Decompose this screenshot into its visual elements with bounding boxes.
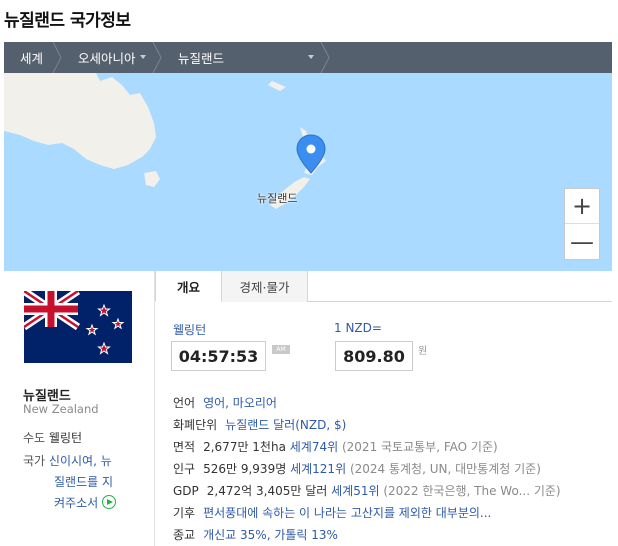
- area-source: (2021 국토교통부, FAO 기준): [341, 440, 498, 454]
- zoom-in-button[interactable]: +: [565, 189, 599, 224]
- zoom-out-button[interactable]: —: [565, 224, 599, 259]
- breadcrumb-oceania[interactable]: 오세아니아: [62, 42, 162, 73]
- info-key: 기후: [173, 506, 196, 520]
- climate-link[interactable]: 편서풍대에 속하는 이 나라는 고산지를 제외한 대부분의...: [203, 506, 491, 520]
- info-row-population: 인구 526만 9,939명 세계121위 (2024 통계청, UN, 대만통계…: [173, 458, 613, 480]
- map-country-label: 뉴질랜드: [257, 192, 298, 205]
- breadcrumb-label: 오세아니아: [78, 51, 136, 66]
- chevron-down-icon: [140, 55, 146, 59]
- info-row-climate: 기후 편서풍대에 속하는 이 나라는 고산지를 제외한 대부분의...: [173, 502, 613, 524]
- map-canvas: [4, 73, 612, 271]
- anthem-row: 국가 신이시여, 뉴 질랜드를 지 켜주소서: [23, 451, 148, 514]
- breadcrumb: 세계 오세아니아 뉴질랜드: [4, 42, 612, 73]
- anthem-label: 국가: [23, 454, 46, 468]
- population-rank-link[interactable]: 세계121위: [290, 462, 346, 476]
- breadcrumb-separator-icon: [52, 42, 62, 73]
- capital-value: 웰링턴: [48, 431, 83, 445]
- area-value: 2,677만 1천ha: [203, 440, 286, 454]
- info-key: 언어: [173, 396, 196, 410]
- info-key: 종교: [173, 528, 196, 542]
- language-link[interactable]: 영어, 마오리어: [203, 396, 277, 410]
- exchange-rate-unit: 원: [418, 346, 428, 357]
- breadcrumb-separator-icon: [320, 42, 330, 73]
- play-icon[interactable]: [102, 495, 116, 509]
- info-key: 인구: [173, 462, 196, 476]
- country-map[interactable]: 뉴질랜드 + —: [4, 73, 612, 271]
- info-row-currency: 화폐단위 뉴질랜드 달러(NZD, $): [173, 414, 613, 436]
- anthem-link-line3[interactable]: 켜주소서: [23, 496, 98, 510]
- population-source: (2024 통계청, UN, 대만통계청 기준): [349, 462, 541, 476]
- info-key: GDP: [173, 484, 199, 498]
- capital-row: 수도 웰링턴: [23, 429, 82, 446]
- population-value: 526만 9,939명: [203, 462, 287, 476]
- exchange-rate-value: 809.80: [335, 341, 413, 371]
- info-row-area: 면적 2,677만 1천ha 세계74위 (2021 국토교통부, FAO 기준): [173, 436, 613, 458]
- breadcrumb-label: 뉴질랜드: [178, 51, 225, 66]
- area-rank-link[interactable]: 세계74위: [290, 440, 338, 454]
- info-row-gdp: GDP 2,472억 3,405만 달러 세계51위 (2022 한국은행, Th…: [173, 480, 613, 502]
- currency-link[interactable]: 뉴질랜드 달러(NZD, $): [225, 418, 346, 432]
- gdp-value: 2,472억 3,405만 달러: [206, 484, 328, 498]
- clock-city-label: 웰링턴: [173, 323, 207, 337]
- exchange-rate-label: 1 NZD=: [334, 321, 382, 335]
- chevron-down-icon: [308, 55, 314, 59]
- gdp-source: (2022 한국은행, The Wo... 기준): [383, 484, 561, 498]
- page-title: 뉴질랜드 국가정보: [4, 11, 131, 31]
- tab-overview[interactable]: 개요: [155, 271, 222, 302]
- zoom-control: + —: [564, 188, 600, 260]
- ampm-badge: AM: [272, 345, 290, 354]
- gdp-rank-link[interactable]: 세계51위: [331, 484, 379, 498]
- info-tabs: 개요 경제·물가: [155, 271, 612, 302]
- info-key: 면적: [173, 440, 196, 454]
- religion-link[interactable]: 개신교 35%, 가톨릭 13%: [203, 528, 338, 542]
- capital-label: 수도: [23, 431, 46, 445]
- tab-economy-prices[interactable]: 경제·물가: [222, 271, 308, 302]
- country-name-english: New Zealand: [23, 402, 99, 416]
- info-key: 화폐단위: [173, 418, 218, 432]
- breadcrumb-new-zealand[interactable]: 뉴질랜드: [162, 42, 330, 73]
- breadcrumb-label: 세계: [20, 51, 44, 66]
- breadcrumb-world[interactable]: 세계: [4, 42, 62, 73]
- info-row-language: 언어 영어, 마오리어: [173, 392, 613, 414]
- new-zealand-flag-icon: [24, 291, 132, 363]
- local-time-display: 04:57:53: [171, 341, 266, 371]
- country-summary: 뉴질랜드 New Zealand 수도 웰링턴 국가 신이시여, 뉴 질랜드를 …: [4, 271, 155, 546]
- anthem-link-line2[interactable]: 질랜드를 지: [23, 475, 113, 489]
- info-row-religion: 종교 개신교 35%, 가톨릭 13%: [173, 524, 613, 546]
- breadcrumb-separator-icon: [152, 42, 162, 73]
- info-list: 언어 영어, 마오리어 화폐단위 뉴질랜드 달러(NZD, $) 면적 2,677만 …: [173, 392, 613, 546]
- anthem-link[interactable]: 신이시여, 뉴: [49, 454, 112, 468]
